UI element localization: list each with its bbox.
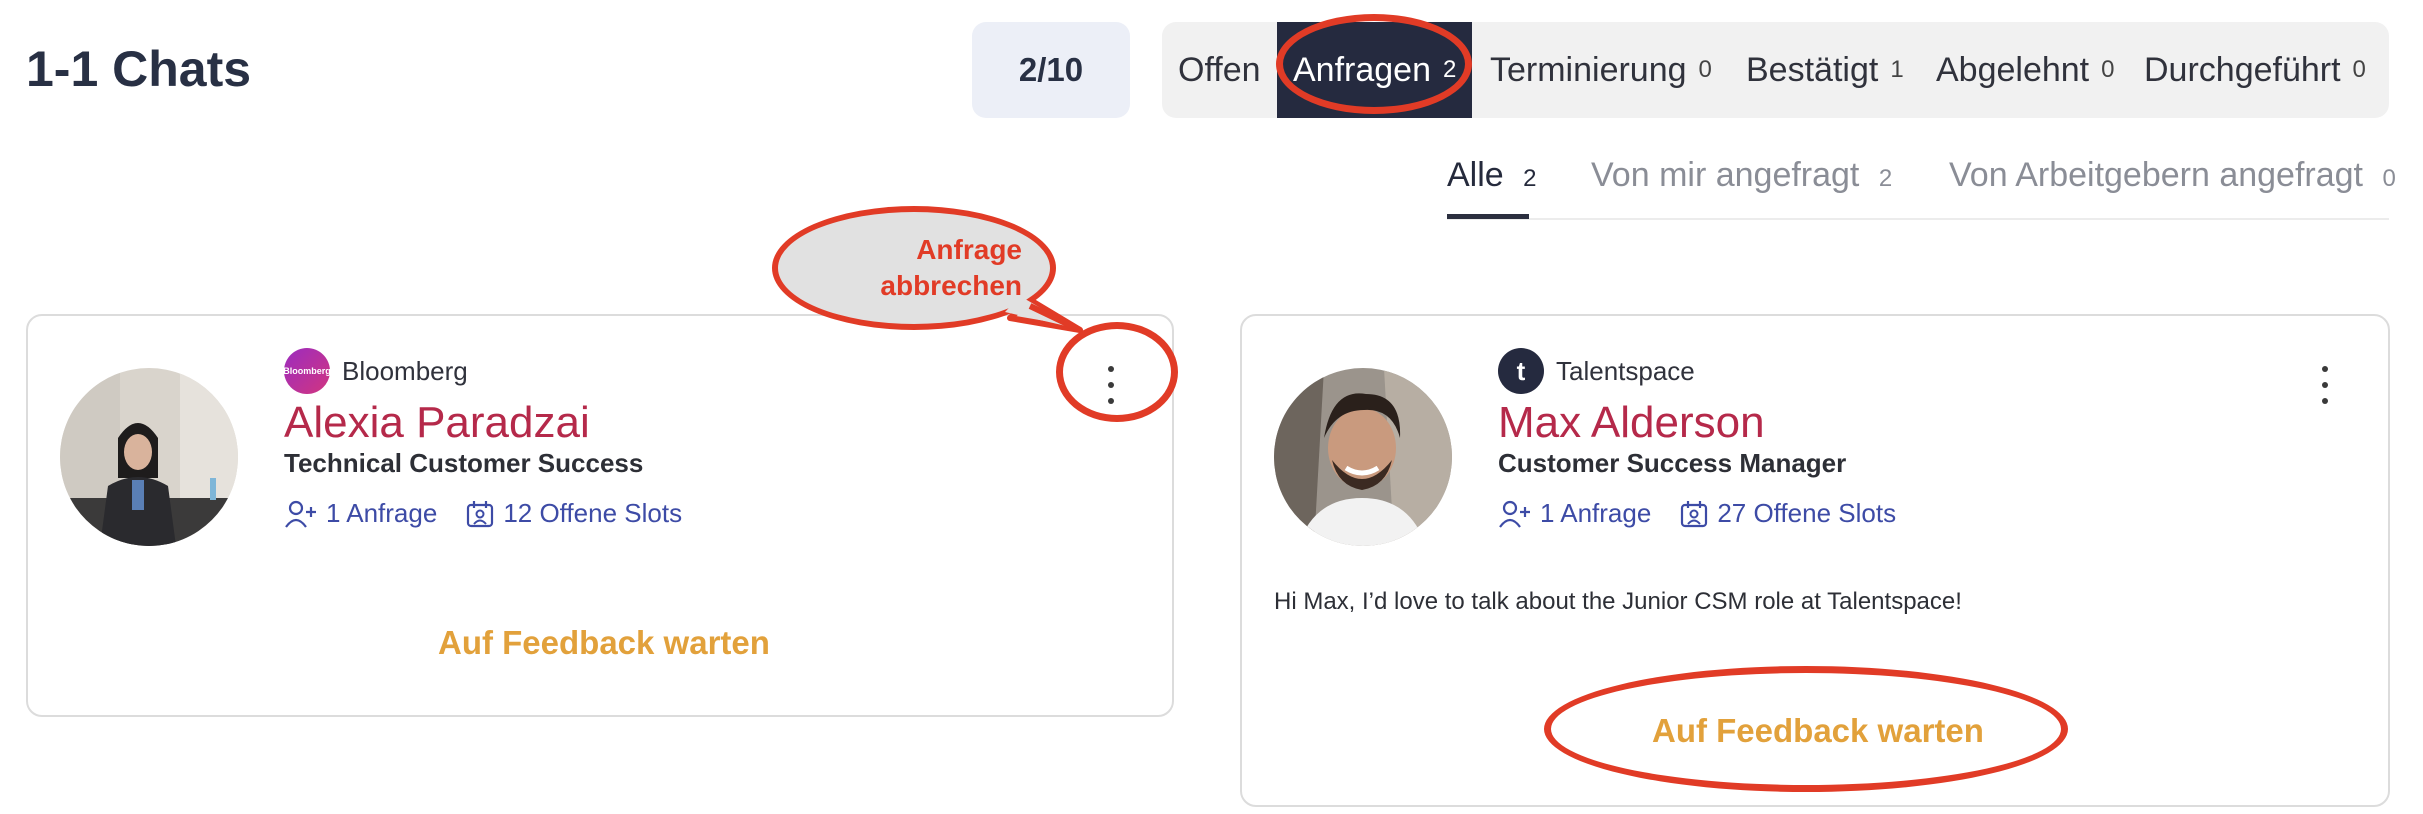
annotation-highlight-menu xyxy=(1056,322,1178,422)
request-message: Hi Max, I’d love to talk about the Junio… xyxy=(1274,588,1962,615)
more-options-icon[interactable] xyxy=(2310,362,2340,408)
subtab-count: 2 xyxy=(1523,165,1537,192)
tab-label: Abgelehnt xyxy=(1936,50,2090,89)
page-title: 1-1 Chats xyxy=(26,41,252,97)
subtab-label: Alle xyxy=(1447,156,1504,194)
subtab-von-arbeitgebern-angefragt[interactable]: Von Arbeitgebern angefragt 0 xyxy=(1949,156,2396,195)
tab-label: Durchgeführt xyxy=(2144,50,2341,89)
slots-info[interactable]: 12 Offene Slots xyxy=(465,498,682,529)
calendar-user-icon xyxy=(467,500,494,527)
talentspace-logo-icon: t xyxy=(1498,348,1544,394)
slots-count: 12 Offene Slots xyxy=(503,498,683,528)
company-name: Talentspace xyxy=(1556,355,1695,386)
company-name: Bloomberg xyxy=(342,355,468,386)
tab-offen[interactable]: Offen xyxy=(1178,22,1261,118)
tab-abgelehnt[interactable]: Abgelehnt 0 xyxy=(1936,22,2115,118)
contact-name[interactable]: Max Alderson xyxy=(1498,398,1765,448)
tab-label: Terminierung xyxy=(1490,50,1687,89)
annotation-text: Anfrage abbrechen xyxy=(772,232,1022,304)
card-meta: 1 Anfrage 12 Offene Slots xyxy=(284,498,710,529)
contact-name[interactable]: Alexia Paradzai xyxy=(284,398,590,448)
filter-subtabs: Alle 2 Von mir angefragt 2 Von Arbeitgeb… xyxy=(1447,140,2396,220)
subtab-count: 0 xyxy=(2382,165,2396,192)
contact-role: Technical Customer Success xyxy=(284,448,644,478)
status-awaiting-feedback: Auf Feedback warten xyxy=(438,624,770,661)
subtab-label: Von Arbeitgebern angefragt xyxy=(1949,156,2363,194)
slots-info[interactable]: 27 Offene Slots xyxy=(1679,498,1896,529)
company: Bloomberg Bloomberg xyxy=(283,348,468,394)
card-meta: 1 Anfrage 27 Offene Slots xyxy=(1498,498,1924,529)
tab-label: Offen xyxy=(1178,50,1261,89)
subtab-alle[interactable]: Alle 2 xyxy=(1447,156,1537,195)
requests-count: 1 Anfrage xyxy=(1540,498,1652,528)
tab-durchgefuehrt[interactable]: Durchgeführt 0 xyxy=(2144,22,2366,118)
tab-count: 0 xyxy=(2101,56,2115,83)
subtab-von-mir-angefragt[interactable]: Von mir angefragt 2 xyxy=(1591,156,1892,195)
subtab-label: Von mir angefragt xyxy=(1591,156,1860,194)
annotation-line: Anfrage xyxy=(916,234,1022,265)
annotation-line: abbrechen xyxy=(880,270,1022,301)
requests-count: 1 Anfrage xyxy=(326,498,438,528)
contact-role: Customer Success Manager xyxy=(1498,448,1847,478)
active-subtab-indicator xyxy=(1447,214,1529,219)
calendar-user-icon xyxy=(1681,500,1708,527)
annotation-highlight-tab xyxy=(1276,14,1472,114)
avatar xyxy=(60,368,238,546)
chat-counter: 2/10 xyxy=(972,22,1130,118)
add-user-icon xyxy=(1499,500,1530,528)
slots-count: 27 Offene Slots xyxy=(1717,498,1897,528)
tab-count: 0 xyxy=(1698,56,1712,83)
tab-label: Bestätigt xyxy=(1746,50,1879,89)
tab-terminierung[interactable]: Terminierung 0 xyxy=(1490,22,1712,118)
company: t Talentspace xyxy=(1498,348,1695,394)
company-logo-text: t xyxy=(1516,355,1526,386)
person-photo xyxy=(60,368,238,546)
company-logo-text: Bloomberg xyxy=(283,366,331,376)
chat-request-card: Bloomberg Bloomberg Alexia Paradzai Tech… xyxy=(26,314,1174,717)
tab-count: 1 xyxy=(1890,56,1904,83)
requests-info[interactable]: 1 Anfrage xyxy=(284,498,437,529)
tab-bestaetigt[interactable]: Bestätigt 1 xyxy=(1746,22,1904,118)
subtab-count: 2 xyxy=(1878,165,1893,192)
person-photo xyxy=(1274,368,1452,546)
bloomberg-logo-icon: Bloomberg xyxy=(283,348,331,394)
annotation-highlight-status xyxy=(1544,666,2068,792)
avatar xyxy=(1274,368,1452,546)
requests-info[interactable]: 1 Anfrage xyxy=(1498,498,1651,529)
tab-count: 0 xyxy=(2352,56,2366,83)
add-user-icon xyxy=(285,500,316,528)
